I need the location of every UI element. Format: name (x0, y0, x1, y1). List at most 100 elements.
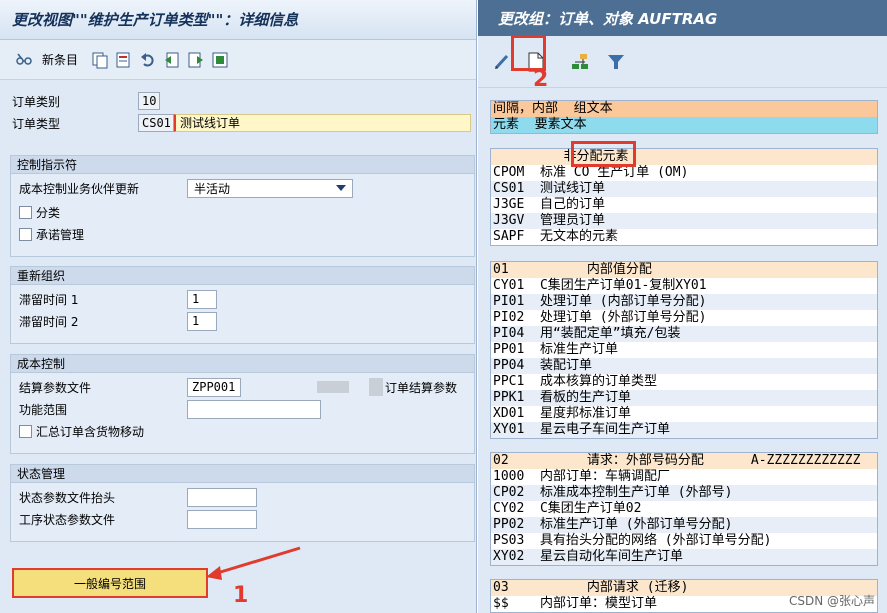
order-type-line[interactable]: J3GV 管理员订单 (491, 213, 877, 229)
dropdown-arrow-icon (336, 185, 346, 191)
previous-entry-icon[interactable] (162, 50, 182, 70)
order-type-value: CS01 (138, 114, 174, 132)
external-number-block: 02 请求：外部号码分配 A-ZZZZZZZZZZZZ 1000 内部订单：车辆调… (490, 452, 878, 566)
operation-status-row: 工序状态参数文件 (19, 509, 257, 529)
settlement-profile-input[interactable]: ZPP001 (187, 377, 241, 397)
hierarchy-icon[interactable] (570, 52, 590, 72)
reorganization-group: 重新组织 滞留时间 1 1 滞留时间 2 1 (10, 266, 475, 344)
annotation-box-new-document (511, 35, 546, 71)
legend-interval-line: 间隔，内部 组文本 (491, 101, 877, 117)
legend-element-line: 元素 要素文本 (491, 117, 877, 133)
order-category-label: 订单类别 (12, 94, 61, 109)
reorganization-title: 重新组织 (11, 267, 474, 285)
collective-order-label: 汇总订单含货物移动 (36, 424, 145, 439)
right-window-title: 更改组：订单、对象 AUFTRAG (478, 0, 887, 36)
copy-icon[interactable] (90, 50, 110, 70)
undo-icon[interactable] (138, 50, 158, 70)
order-type-line[interactable]: PI04 用“装配定单”填充/包装 (491, 326, 877, 342)
co-partner-update-value: 半活动 (194, 181, 231, 196)
order-type-line[interactable]: PI01 处理订单 (内部订单号分配) (491, 294, 877, 310)
watermark: CSDN @张心声 (788, 594, 875, 608)
operation-status-input[interactable] (187, 509, 257, 529)
order-type-line[interactable]: PI02 处理订单 (外部订单号分配) (491, 310, 877, 326)
operation-status-label: 工序状态参数文件 (19, 512, 116, 527)
commitment-mgmt-label: 承诺管理 (36, 227, 85, 242)
order-type-line[interactable]: J3GE 自己的订单 (491, 197, 877, 213)
header-status-input[interactable] (187, 487, 257, 507)
internal-number-block: 01 内部值分配 CY01 C集团生产订单01-复制XY01 PI01 处理订单 (… (490, 261, 878, 439)
group-header-line: 01 内部值分配 (491, 262, 877, 278)
settlement-profile-label: 结算参数文件 (19, 380, 92, 395)
settlement-profile-description: 订单结算参数 (385, 380, 458, 395)
order-type-line[interactable]: CPOM 标准 CO 生产订单 (OM) (491, 165, 877, 181)
functional-area-label: 功能范围 (19, 402, 68, 417)
order-category-value: 10 (138, 92, 160, 110)
functional-area-input[interactable] (187, 399, 321, 419)
order-type-line[interactable]: PP02 标准生产订单 (外部订单号分配) (491, 517, 877, 533)
window-title: 更改视图""维护生产订单类型""：详细信息 (0, 0, 476, 40)
filter-icon[interactable] (606, 52, 626, 72)
status-management-group: 状态管理 状态参数文件抬头 工序状态参数文件 (10, 464, 475, 542)
select-all-icon[interactable] (210, 50, 230, 70)
order-type-line[interactable]: PP01 标准生产订单 (491, 342, 877, 358)
order-type-line[interactable]: CP02 标准成本控制生产订单 (外部号) (491, 485, 877, 501)
order-type-line[interactable]: CY02 C集团生产订单02 (491, 501, 877, 517)
header-status-row: 状态参数文件抬头 (19, 487, 257, 507)
cost-control-group: 成本控制 结算参数文件 ZPP001 订单结算参数 功能范围 汇总订单含货物移动 (10, 354, 475, 454)
glasses-display-change-icon[interactable] (14, 50, 34, 70)
classification-label: 分类 (36, 205, 61, 220)
settlement-profile-row: 结算参数文件 ZPP001 订单结算参数 (19, 377, 457, 397)
order-type-line[interactable]: CS01 测试线订单 (491, 181, 877, 197)
functional-area-row: 功能范围 (19, 399, 321, 419)
annotation-box-unassigned (571, 141, 636, 167)
commitment-mgmt-checkbox[interactable] (19, 227, 32, 241)
order-type-line[interactable]: CY01 C集团生产订单01-复制XY01 (491, 278, 877, 294)
classification-row: 分类 (19, 202, 60, 222)
order-type-line[interactable]: XD01 星度邦标准订单 (491, 406, 877, 422)
annotation-arrow (206, 546, 301, 580)
annotation-number-2: 2 (533, 67, 549, 92)
co-partner-update-label: 成本控制业务伙伴更新 (19, 181, 140, 196)
control-indicator-title: 控制指示符 (11, 156, 474, 174)
header-status-label: 状态参数文件抬头 (19, 490, 116, 505)
cost-control-title: 成本控制 (11, 355, 474, 373)
residence-time1-label: 滞留时间 1 (19, 292, 79, 307)
co-partner-update-row: 成本控制业务伙伴更新 半活动 (19, 178, 353, 198)
order-type-line[interactable]: XY01 星云电子车间生产订单 (491, 422, 877, 438)
order-type-line[interactable]: SAPF 无文本的元素 (491, 229, 877, 245)
order-type-description: 测试线订单 (174, 114, 471, 132)
control-indicator-group: 控制指示符 成本控制业务伙伴更新 半活动 分类 承诺管理 (10, 155, 475, 257)
order-type-line[interactable]: PP04 装配订单 (491, 358, 877, 374)
order-type-line[interactable]: PPK1 看板的生产订单 (491, 390, 877, 406)
pencil-edit-icon[interactable] (492, 52, 512, 72)
group-header-line: 02 请求：外部号码分配 A-ZZZZZZZZZZZZ (491, 453, 877, 469)
order-type-line[interactable]: PS03 具有抬头分配的网络 (外部订单号分配) (491, 533, 877, 549)
next-entry-icon[interactable] (186, 50, 206, 70)
annotation-number-1: 1 (233, 583, 249, 608)
legend-block: 间隔，内部 组文本 元素 要素文本 (490, 100, 878, 134)
unassigned-elements-block: 非分配元素 CPOM 标准 CO 生产订单 (OM) CS01 测试线订单 J3GE … (490, 148, 878, 246)
status-management-title: 状态管理 (11, 465, 474, 483)
collective-order-checkbox[interactable] (19, 424, 32, 438)
commitment-row: 承诺管理 (19, 224, 84, 244)
left-pane: 更改视图""维护生产订单类型""：详细信息 新条目 订单类别 10 订单类型 C… (0, 0, 477, 613)
co-partner-update-select[interactable]: 半活动 (187, 178, 353, 198)
order-type-label: 订单类型 (12, 116, 61, 131)
group-header-line: 非分配元素 (491, 149, 877, 165)
residence-time2-input[interactable]: 1 (187, 311, 217, 331)
number-range-button[interactable]: 一般编号范围 (12, 568, 208, 598)
toolbar: 新条目 (0, 40, 476, 80)
order-type-line[interactable]: XY02 星云自动化车间生产订单 (491, 549, 877, 565)
residence-time1-input[interactable]: 1 (187, 289, 217, 309)
order-type-line[interactable]: PPC1 成本核算的订单类型 (491, 374, 877, 390)
delete-icon[interactable] (114, 50, 134, 70)
redacted-area (317, 381, 349, 393)
classification-checkbox[interactable] (19, 205, 32, 219)
new-entries-button[interactable]: 新条目 (42, 51, 78, 68)
collective-order-row: 汇总订单含货物移动 (19, 421, 144, 441)
order-type-row: 订单类型 CS01 测试线订单 (12, 114, 471, 132)
redacted-area (369, 378, 383, 396)
order-type-line[interactable]: 1000 内部订单：车辆调配厂 (491, 469, 877, 485)
residence-time2-label: 滞留时间 2 (19, 314, 79, 329)
order-category-row: 订单类别 10 (12, 92, 160, 110)
